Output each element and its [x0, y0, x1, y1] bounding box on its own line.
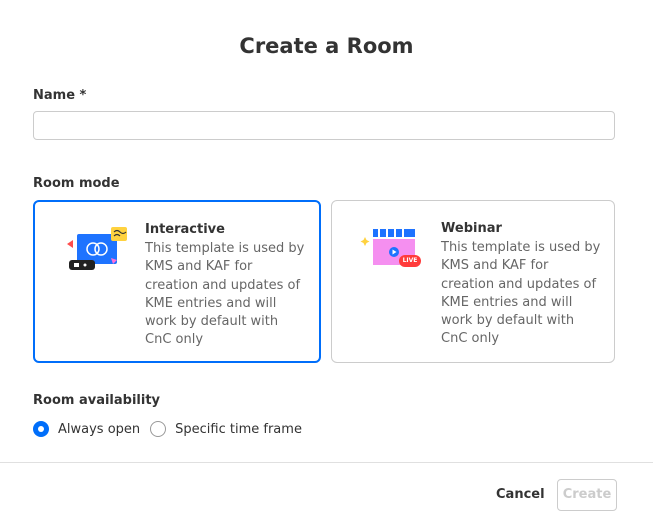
availability-radio-group: Always open Specific time frame — [33, 419, 312, 439]
room-mode-label: Room mode — [33, 176, 120, 191]
name-input[interactable] — [33, 111, 615, 140]
room-mode-card-interactive[interactable]: Interactive This template is used by KMS… — [33, 200, 321, 363]
webinar-description: This template is used by KMS and KAF for… — [441, 240, 601, 347]
room-availability-label: Room availability — [33, 393, 161, 408]
cancel-button[interactable]: Cancel — [488, 483, 553, 507]
radio-always-open[interactable] — [33, 421, 49, 437]
webinar-title: Webinar — [441, 221, 502, 236]
interactive-description: This template is used by KMS and KAF for… — [145, 241, 305, 348]
footer-divider — [0, 462, 653, 463]
webinar-room-icon — [360, 229, 415, 265]
radio-always-open-label[interactable]: Always open — [58, 422, 140, 437]
name-field-label: Name * — [33, 88, 87, 103]
interactive-room-icon — [67, 227, 127, 270]
dialog-title: Create a Room — [239, 34, 414, 58]
radio-specific-time-frame-label[interactable]: Specific time frame — [175, 422, 302, 437]
live-badge: LIVE — [399, 255, 421, 267]
room-mode-card-webinar[interactable]: LIVE Webinar This template is used by KM… — [331, 200, 615, 363]
radio-specific-time-frame[interactable] — [150, 421, 167, 437]
create-button[interactable]: Create — [557, 479, 617, 511]
interactive-title: Interactive — [145, 222, 225, 237]
